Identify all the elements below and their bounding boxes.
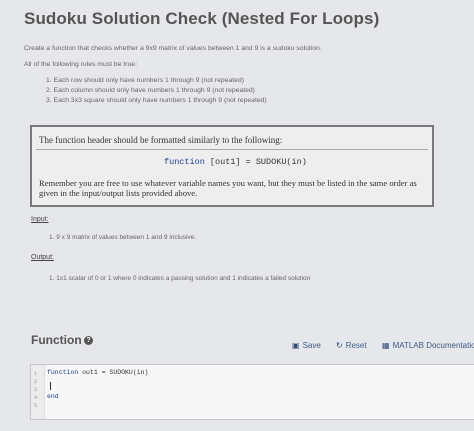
save-button[interactable]: ▣ Save bbox=[292, 341, 321, 350]
code-line[interactable]: end bbox=[47, 393, 59, 400]
code-keyword: end bbox=[47, 393, 59, 400]
save-button-label: Save bbox=[302, 341, 321, 350]
matlab-documentation-link[interactable]: ▦ MATLAB Documentation bbox=[382, 341, 474, 350]
line-number: 4 bbox=[34, 395, 38, 401]
function-heading: Function bbox=[31, 333, 82, 347]
rules-list: 1. Each row should only have numbers 1 t… bbox=[46, 76, 267, 106]
input-item: 1. 9 x 9 matrix of values between 1 and … bbox=[49, 234, 197, 241]
line-number: 2 bbox=[34, 379, 38, 385]
rules-intro-text: All of the following rules must be true: bbox=[24, 61, 137, 68]
save-icon: ▣ bbox=[292, 341, 300, 350]
output-label: Output: bbox=[31, 254, 54, 261]
header-box-title: The function header should be formatted … bbox=[39, 135, 283, 145]
code-signature: [out1] = SUDOKU(in) bbox=[204, 157, 307, 167]
page-title: Sudoku Solution Check (Nested For Loops) bbox=[24, 9, 380, 28]
header-box-note: Remember you are free to use whatever va… bbox=[39, 178, 417, 198]
matlab-documentation-label: MATLAB Documentation bbox=[392, 341, 474, 350]
reset-button[interactable]: ↻ Reset bbox=[336, 341, 367, 350]
line-number: 3 bbox=[34, 387, 38, 393]
intro-text: Create a function that checks whether a … bbox=[24, 45, 322, 52]
book-icon: ▦ bbox=[382, 341, 390, 350]
rule-item: 1. Each row should only have numbers 1 t… bbox=[46, 77, 244, 84]
output-item: 1. 1x1 scalar of 0 or 1 where 0 indicate… bbox=[49, 275, 311, 282]
reset-icon: ↻ bbox=[336, 341, 343, 350]
rule-item: 3. Each 3x3 square should only have numb… bbox=[46, 97, 267, 104]
code-text: out1 = SUDOKU(in) bbox=[78, 369, 149, 376]
line-number: 5 bbox=[34, 403, 38, 409]
function-header-box: The function header should be formatted … bbox=[30, 125, 434, 207]
header-box-divider bbox=[36, 149, 428, 150]
line-number: 1 bbox=[34, 371, 38, 377]
text-cursor bbox=[50, 382, 51, 390]
rule-item: 2. Each column should only have numbers … bbox=[46, 87, 255, 94]
reset-button-label: Reset bbox=[345, 341, 367, 350]
code-line[interactable]: function out1 = SUDOKU(in) bbox=[47, 369, 148, 376]
input-label: Input: bbox=[31, 216, 49, 223]
header-code-example: function [out1] = SUDOKU(in) bbox=[164, 157, 307, 167]
code-keyword: function bbox=[164, 157, 205, 167]
code-keyword: function bbox=[47, 369, 79, 376]
code-editor[interactable]: 1 2 3 4 5 function out1 = SUDOKU(in) end bbox=[30, 364, 474, 420]
question-circle-icon[interactable]: ? bbox=[84, 336, 93, 345]
line-number-gutter: 1 2 3 4 5 bbox=[31, 365, 45, 419]
